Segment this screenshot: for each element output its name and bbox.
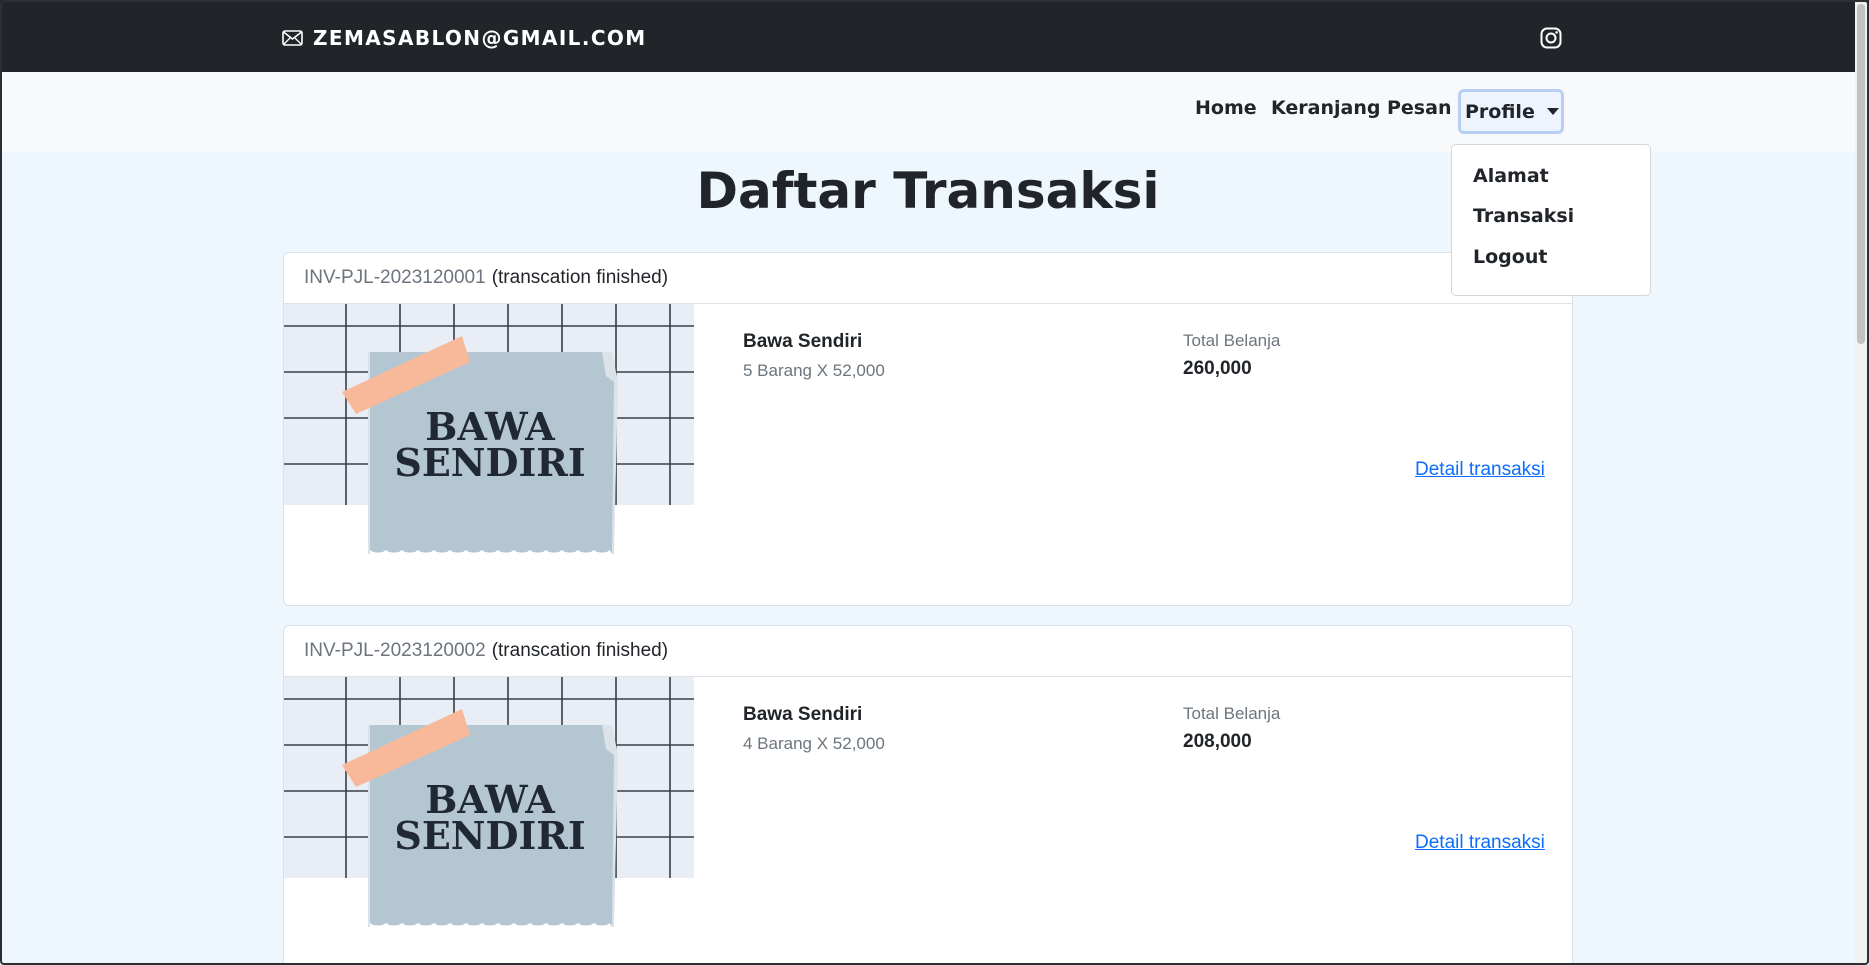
transaction-header: INV-PJL-2023120002 (transcation finished…: [284, 626, 1572, 677]
invoice-number: INV-PJL-2023120001: [304, 267, 486, 288]
invoice-number: INV-PJL-2023120002: [304, 640, 486, 661]
email-text: ZEMASABLON@GMAIL.COM: [313, 26, 647, 50]
scrollbar-thumb[interactable]: [1857, 4, 1865, 344]
product-image: BAWA SENDIRI: [284, 304, 694, 558]
transaction-status: (transcation finished): [491, 267, 669, 288]
profile-dropdown-menu: Alamat Transaksi Logout: [1451, 144, 1651, 296]
item-name: Bawa Sendiri: [743, 331, 863, 352]
detail-transaction-link[interactable]: Detail transaksi: [1415, 832, 1545, 854]
dropdown-item-alamat[interactable]: Alamat: [1473, 165, 1549, 187]
image-text-line-2: SENDIRI: [394, 813, 585, 858]
transaction-card: INV-PJL-2023120001 (transcation finished…: [283, 252, 1573, 606]
item-quantity: 5 Barang X 52,000: [743, 361, 885, 380]
dropdown-item-logout[interactable]: Logout: [1473, 246, 1547, 268]
item-quantity: 4 Barang X 52,000: [743, 734, 885, 753]
caret-down-icon: [1546, 108, 1559, 115]
instagram-icon[interactable]: [1540, 27, 1562, 49]
transaction-card: INV-PJL-2023120002 (transcation finished…: [283, 625, 1573, 965]
main-navbar: Home Keranjang Pesan Profile: [0, 72, 1869, 152]
nav-keranjang[interactable]: Keranjang: [1271, 97, 1380, 119]
total-label: Total Belanja: [1183, 704, 1281, 723]
detail-transaction-link[interactable]: Detail transaksi: [1415, 459, 1545, 481]
nav-home[interactable]: Home: [1195, 97, 1257, 119]
image-text-line-2: SENDIRI: [394, 440, 585, 485]
profile-label: Profile: [1465, 100, 1535, 123]
contact-email[interactable]: ZEMASABLON@GMAIL.COM: [282, 26, 647, 50]
page-scrollbar[interactable]: [1855, 2, 1867, 963]
item-name: Bawa Sendiri: [743, 704, 863, 725]
transaction-header: INV-PJL-2023120001 (transcation finished…: [284, 253, 1572, 304]
total-value: 208,000: [1183, 731, 1252, 752]
dropdown-item-transaksi[interactable]: Transaksi: [1473, 205, 1574, 227]
envelope-icon: [282, 30, 303, 46]
top-bar: ZEMASABLON@GMAIL.COM: [0, 0, 1869, 72]
transaction-status: (transcation finished): [491, 640, 669, 661]
profile-dropdown-toggle[interactable]: Profile: [1458, 89, 1564, 134]
nav-pesan[interactable]: Pesan: [1387, 97, 1451, 119]
product-image: BAWA SENDIRI: [284, 677, 694, 931]
total-label: Total Belanja: [1183, 331, 1281, 350]
total-value: 260,000: [1183, 358, 1252, 379]
